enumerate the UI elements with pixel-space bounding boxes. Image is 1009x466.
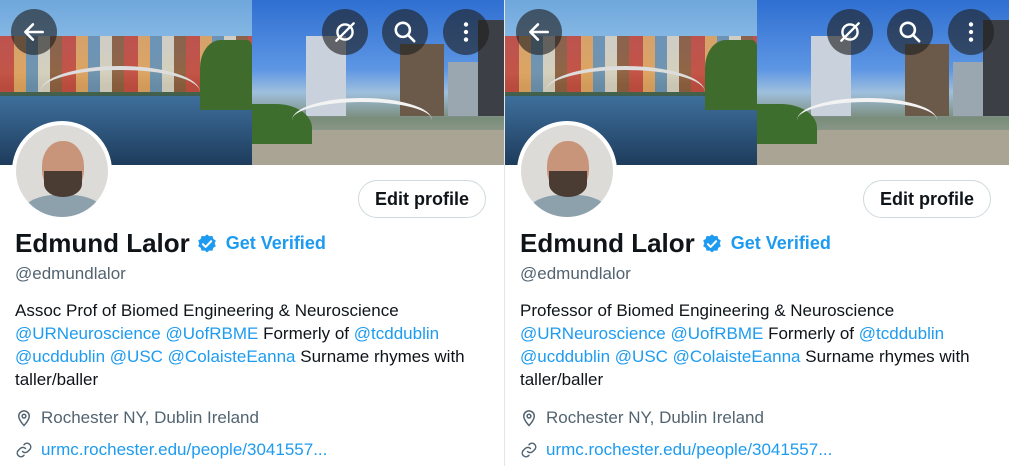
name-row: Edmund Lalor Get Verified xyxy=(520,228,831,259)
location-text: Rochester NY, Dublin Ireland xyxy=(546,408,764,427)
more-vertical-icon xyxy=(463,22,469,42)
eye-slash-icon xyxy=(335,22,355,42)
search-icon xyxy=(394,21,416,43)
mention-link[interactable]: @USC xyxy=(615,347,668,366)
link-icon xyxy=(521,442,537,458)
mention-link[interactable]: @UofRBME xyxy=(166,324,259,343)
mention-link[interactable]: @tcddublin xyxy=(859,324,944,343)
search-button[interactable] xyxy=(887,9,933,55)
search-icon xyxy=(899,21,921,43)
mention-link[interactable]: @tcddublin xyxy=(354,324,439,343)
handle: @edmundlalor xyxy=(520,264,631,283)
mute-button[interactable] xyxy=(827,9,873,55)
bio-text: Professor of Biomed Engineering & Neuros… xyxy=(520,301,895,320)
url-row: urmc.rochester.edu/people/3041557... xyxy=(15,440,327,460)
more-button[interactable] xyxy=(443,9,489,55)
more-button[interactable] xyxy=(948,9,994,55)
display-name: Edmund Lalor xyxy=(520,228,695,258)
mention-link[interactable]: @UofRBME xyxy=(671,324,764,343)
back-button[interactable] xyxy=(516,9,562,55)
get-verified-link[interactable]: Get Verified xyxy=(226,233,326,254)
mute-button[interactable] xyxy=(322,9,368,55)
profile-panel-after: Edit profile Edmund Lalor Get Verified @… xyxy=(505,0,1009,466)
mention-link[interactable]: @ucddublin xyxy=(15,347,105,366)
display-name: Edmund Lalor xyxy=(15,228,190,258)
bio: Professor of Biomed Engineering & Neuros… xyxy=(520,299,1000,391)
bio-text: Formerly of xyxy=(768,324,855,343)
location-text: Rochester NY, Dublin Ireland xyxy=(41,408,259,427)
handle: @edmundlalor xyxy=(15,264,126,283)
bio-text: Formerly of xyxy=(263,324,350,343)
url-row: urmc.rochester.edu/people/3041557... xyxy=(520,440,832,460)
verified-badge-icon xyxy=(197,233,216,252)
avatar[interactable] xyxy=(517,121,617,221)
avatar[interactable] xyxy=(12,121,112,221)
link-icon xyxy=(16,442,32,458)
bio: Assoc Prof of Biomed Engineering & Neuro… xyxy=(15,299,495,391)
profile-panel-before: Edit profile Edmund Lalor Get Verified @… xyxy=(0,0,504,466)
mention-link[interactable]: @URNeuroscience xyxy=(15,324,161,343)
back-button[interactable] xyxy=(11,9,57,55)
mention-link[interactable]: @ColaisteEanna xyxy=(168,347,296,366)
name-row: Edmund Lalor Get Verified xyxy=(15,228,326,259)
eye-slash-icon xyxy=(840,22,860,42)
mention-link[interactable]: @ucddublin xyxy=(520,347,610,366)
edit-profile-button[interactable]: Edit profile xyxy=(358,180,486,218)
mention-link[interactable]: @USC xyxy=(110,347,163,366)
location-row: Rochester NY, Dublin Ireland xyxy=(520,408,764,428)
edit-profile-button[interactable]: Edit profile xyxy=(863,180,991,218)
location-pin-icon xyxy=(522,410,536,427)
verified-badge-icon xyxy=(702,233,721,252)
bio-text: Assoc Prof of Biomed Engineering & Neuro… xyxy=(15,301,399,320)
location-row: Rochester NY, Dublin Ireland xyxy=(15,408,259,428)
mention-link[interactable]: @ColaisteEanna xyxy=(673,347,801,366)
get-verified-link[interactable]: Get Verified xyxy=(731,233,831,254)
website-link[interactable]: urmc.rochester.edu/people/3041557... xyxy=(41,440,327,460)
arrow-left-icon xyxy=(24,23,44,41)
search-button[interactable] xyxy=(382,9,428,55)
mention-link[interactable]: @URNeuroscience xyxy=(520,324,666,343)
website-link[interactable]: urmc.rochester.edu/people/3041557... xyxy=(546,440,832,460)
location-pin-icon xyxy=(17,410,31,427)
more-vertical-icon xyxy=(968,22,974,42)
arrow-left-icon xyxy=(529,23,549,41)
